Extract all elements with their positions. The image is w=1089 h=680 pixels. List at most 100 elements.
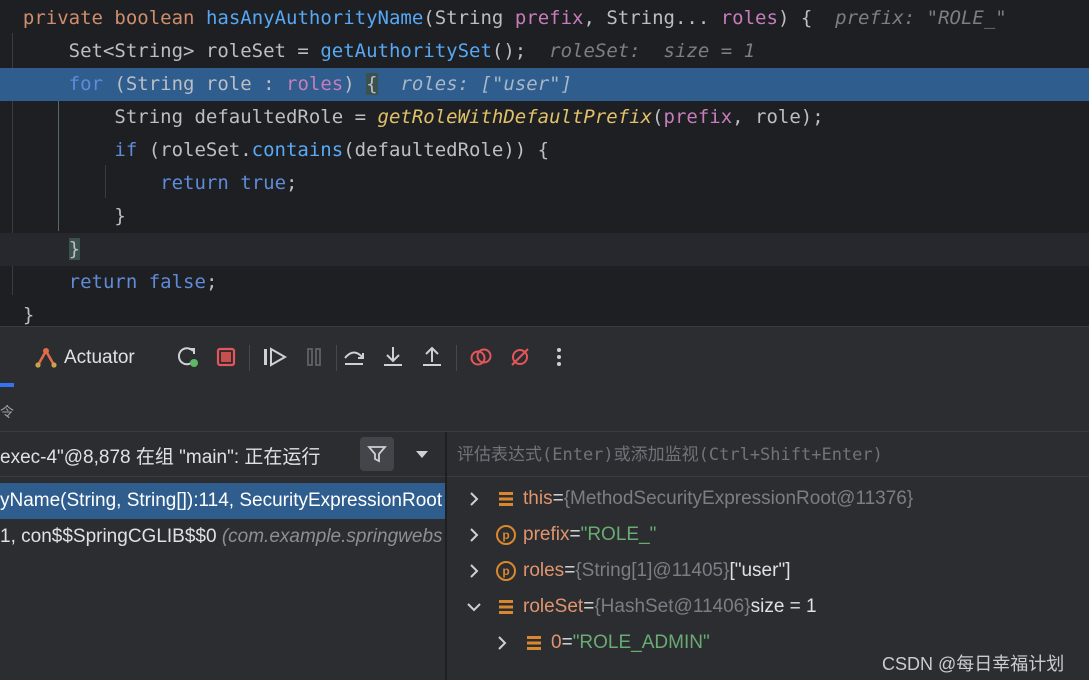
code-line-1: private boolean hasAnyAuthorityName(Stri…	[0, 2, 1089, 35]
code-text: }	[114, 205, 126, 227]
thread-label: exec-4"@8,878 在组 "main": 正在运行	[0, 447, 321, 468]
variable-equals: =	[552, 488, 564, 509]
code-text: }	[22, 304, 35, 326]
active-tab-indicator	[0, 383, 14, 387]
code-editor[interactable]: private boolean hasAnyAuthorityName(Stri…	[0, 0, 1089, 326]
step-over-icon[interactable]	[340, 341, 368, 373]
field-icon	[495, 488, 517, 510]
variable-value: "ROLE_ADMIN"	[572, 632, 710, 653]
code-text: (defaultedRole)) {	[343, 139, 550, 161]
parameter: prefix	[514, 7, 584, 29]
parameter-icon: p	[495, 560, 517, 582]
parameter: prefix	[663, 106, 733, 128]
method-name: hasAnyAuthorityName	[205, 7, 424, 29]
keyword: return	[68, 271, 138, 293]
variable-name: 0	[551, 632, 562, 653]
code-line-10: }	[0, 299, 1089, 326]
method-call: getAuthoritySet	[320, 40, 492, 62]
keyword: for	[68, 73, 103, 95]
field-icon	[495, 596, 517, 618]
variable-name: this	[523, 488, 553, 509]
variable-equals: =	[569, 524, 581, 545]
keyword: private	[22, 7, 103, 29]
chevron-right-icon[interactable]	[465, 563, 483, 579]
variable-equals: =	[561, 632, 573, 653]
chevron-right-icon[interactable]	[465, 491, 483, 507]
stack-frame[interactable]: 1, con$$SpringCGLIB$$0 (com.example.spri…	[0, 519, 445, 555]
field-icon	[523, 632, 545, 654]
variable-value: ["user"]	[729, 560, 791, 581]
frames-panel: exec-4"@8,878 在组 "main": 正在运行 yName(Stri…	[0, 432, 445, 680]
variable-type: {MethodSecurityExpressionRoot@11376}	[563, 488, 914, 509]
code-line-2: Set<String> roleSet = getAuthoritySet();…	[0, 35, 1089, 68]
code-text: ) {	[777, 7, 813, 29]
parameter: roles	[286, 73, 344, 95]
parameter-icon: p	[495, 524, 517, 546]
code-text: ;	[205, 271, 218, 293]
evaluate-expression-input[interactable]	[457, 440, 1077, 470]
variable-row[interactable]: roleSet = {HashSet@11406} size = 1	[465, 589, 817, 625]
code-text: String defaultedRole =	[114, 106, 378, 128]
actuator-tab-label[interactable]: Actuator	[64, 347, 135, 369]
stop-icon[interactable]	[212, 341, 240, 373]
filter-icon[interactable]	[360, 437, 394, 471]
watermark: CSDN @每日幸福计划	[882, 654, 1065, 674]
stack-frame-label: yName(String, String[]):114, SecurityExp…	[0, 490, 443, 511]
view-breakpoints-icon[interactable]	[467, 341, 495, 373]
parameter-badge: p	[496, 561, 516, 581]
toolbar-separator	[456, 345, 457, 371]
code-text: (String	[423, 7, 515, 29]
variable-row[interactable]: this = {MethodSecurityExpressionRoot@113…	[465, 481, 913, 517]
variables-panel: this = {MethodSecurityExpressionRoot@113…	[447, 432, 1089, 680]
keyword: boolean	[114, 7, 195, 29]
rerun-icon[interactable]	[173, 341, 203, 373]
toolbar-separator	[249, 345, 250, 371]
variable-row[interactable]: p roles = {String[1]@11405} ["user"]	[465, 553, 790, 589]
secondary-tab-strip: 令	[0, 388, 1089, 432]
inline-debug-value: roleSet: size = 1	[549, 40, 756, 62]
matched-brace: }	[68, 238, 81, 260]
stack-frame-label: 1, con$$SpringCGLIB$$0	[0, 526, 222, 547]
execution-point-line: for (String role : roles) { roles: ["use…	[0, 68, 1089, 101]
stack-frame-package: (com.example.springwebs	[221, 526, 443, 547]
code-line-5: if (roleSet.contains(defaultedRole)) {	[0, 134, 1089, 167]
keyword: false	[148, 271, 206, 293]
matched-brace: {	[366, 73, 378, 95]
parameter-badge: p	[496, 525, 516, 545]
code-text: )	[343, 73, 367, 95]
thread-selector[interactable]: exec-4"@8,878 在组 "main": 正在运行	[0, 432, 445, 477]
variable-type: {HashSet@11406}	[594, 596, 751, 617]
stack-frame[interactable]: yName(String, String[]):114, SecurityExp…	[0, 483, 445, 519]
actuator-icon[interactable]	[32, 341, 60, 373]
step-into-icon[interactable]	[379, 341, 407, 373]
code-text: (roleSet.	[137, 139, 252, 161]
code-line-9: return false;	[0, 266, 1089, 299]
more-icon[interactable]	[548, 341, 570, 373]
method-call: getRoleWithDefaultPrefix	[377, 106, 653, 128]
method-call: contains	[251, 139, 344, 161]
variable-equals: =	[583, 596, 595, 617]
keyword: true	[240, 172, 287, 194]
chevron-down-icon[interactable]	[414, 447, 430, 465]
inline-debug-value: roles: ["user"]	[400, 73, 573, 95]
code-text: (String role :	[102, 73, 286, 95]
code-line-7: }	[0, 200, 1089, 233]
code-line-6: return true;	[0, 167, 1089, 200]
variable-type: {String[1]@11405}	[575, 560, 730, 581]
resume-icon[interactable]	[260, 341, 290, 373]
inline-debug-value: prefix: "ROLE_"	[835, 7, 1007, 29]
mute-breakpoints-icon[interactable]	[506, 341, 534, 373]
variable-row[interactable]: 0 = "ROLE_ADMIN"	[493, 625, 710, 661]
caret-line: }	[0, 233, 1089, 266]
step-out-icon[interactable]	[418, 341, 446, 373]
evaluate-expression-bar	[447, 432, 1089, 477]
console-tab-glyph[interactable]: 令	[0, 402, 14, 422]
variable-row[interactable]: p prefix = "ROLE_"	[465, 517, 656, 553]
variable-value: size = 1	[750, 596, 817, 617]
code-text: Set<String> roleSet =	[68, 40, 321, 62]
chevron-right-icon[interactable]	[493, 635, 511, 651]
chevron-down-icon[interactable]	[465, 601, 483, 613]
code-text: , String...	[583, 7, 721, 29]
chevron-right-icon[interactable]	[465, 527, 483, 543]
pause-icon[interactable]	[300, 341, 328, 373]
